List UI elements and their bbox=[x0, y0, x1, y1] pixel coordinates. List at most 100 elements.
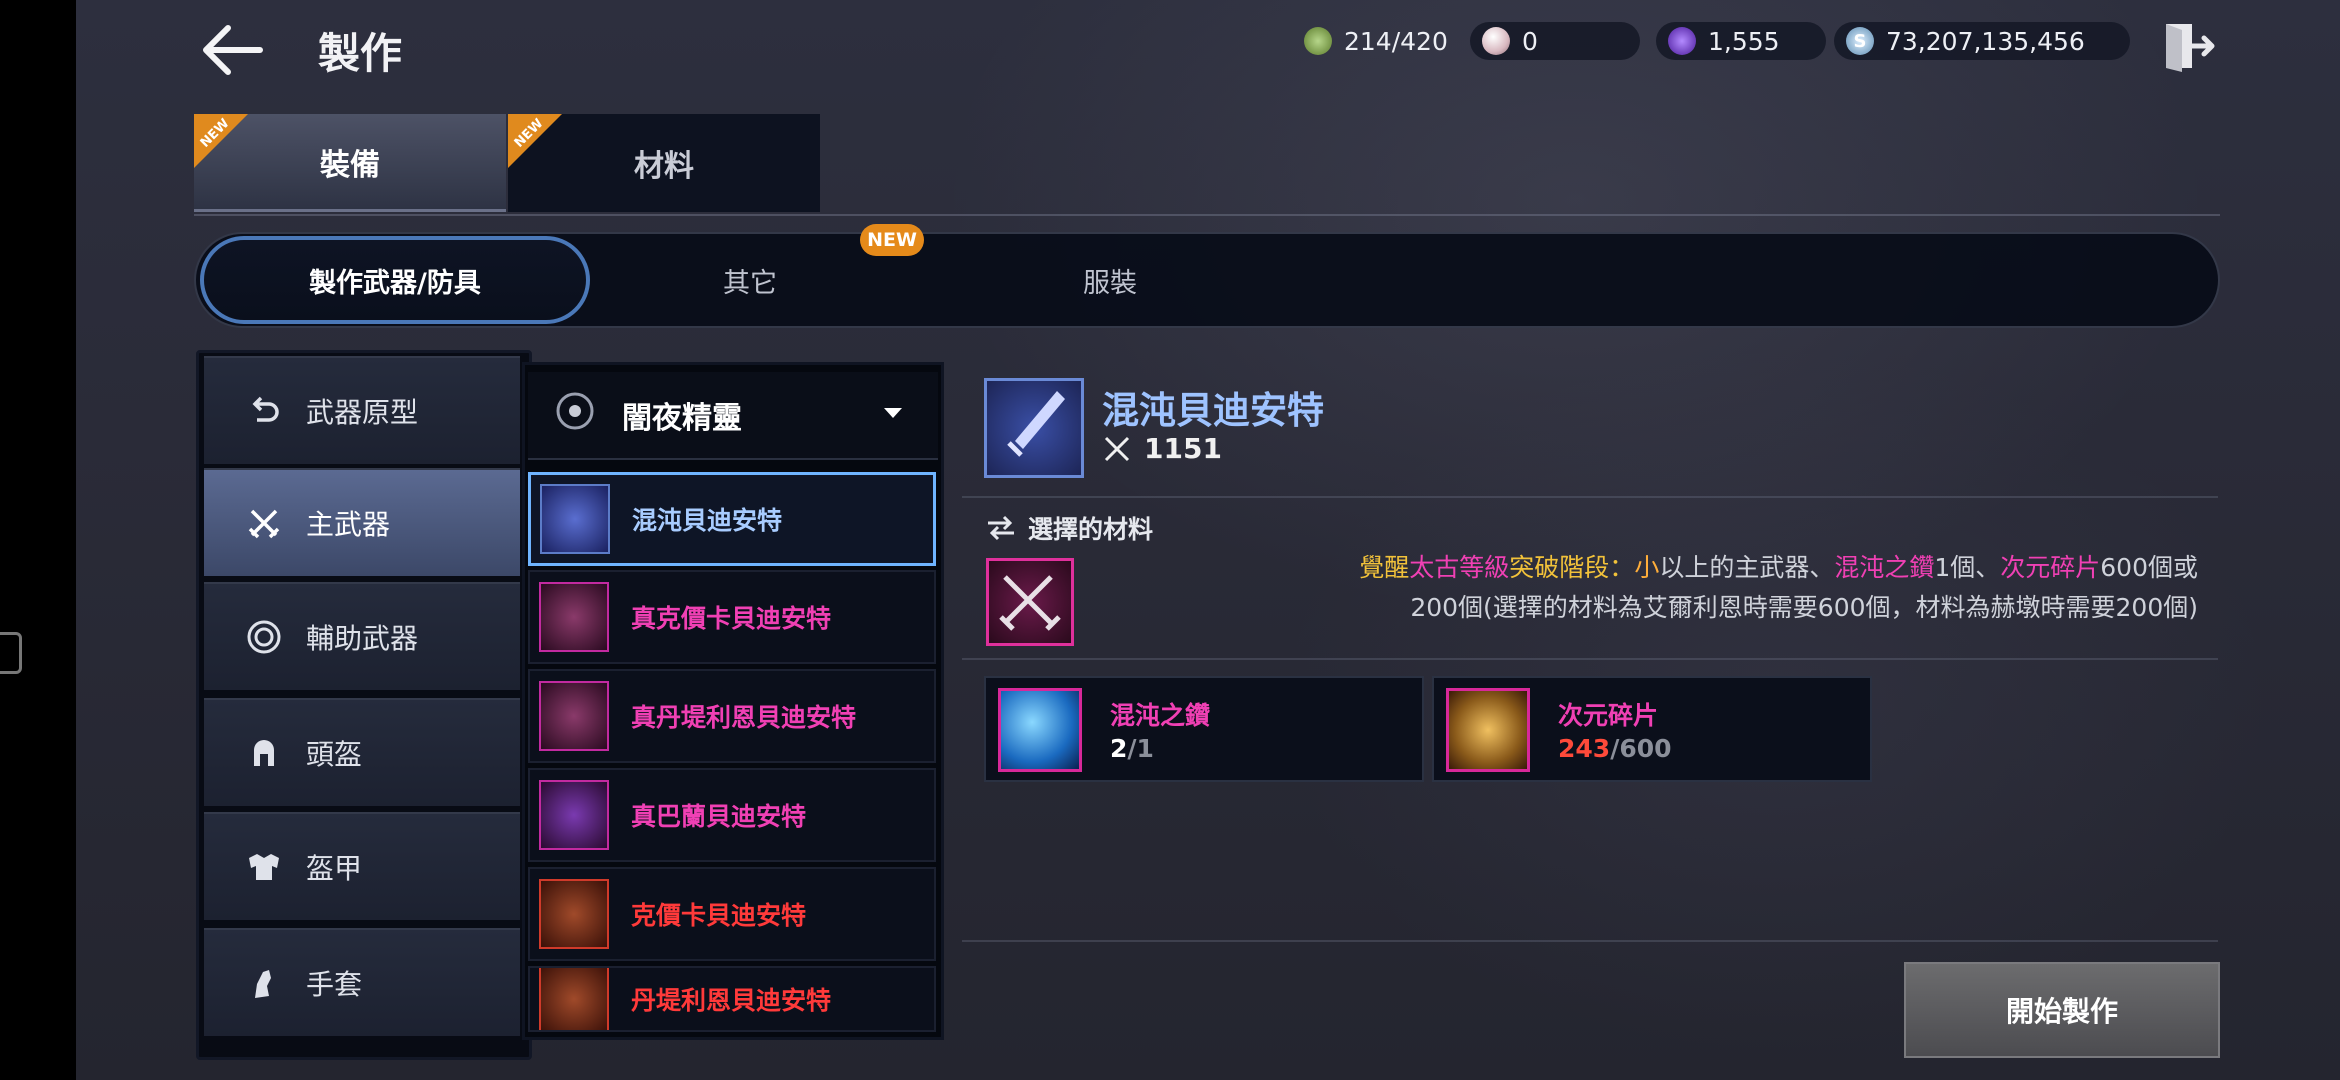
category-label: 武器原型 bbox=[306, 396, 419, 429]
crossed-swords-icon bbox=[244, 503, 284, 543]
subtab-label: 其它 bbox=[723, 267, 777, 299]
material-card-chaos-diamond[interactable]: 混沌之鑽 2/1 bbox=[984, 676, 1424, 782]
category-helmet[interactable]: 頭盔 bbox=[204, 698, 520, 806]
class-dropdown[interactable]: 闇夜精靈 bbox=[528, 372, 938, 460]
pearl-icon bbox=[1482, 27, 1510, 55]
desc-fragment: 以上的主武器、 bbox=[1659, 553, 1835, 582]
category-label: 手套 bbox=[306, 968, 363, 1001]
material-name: 混沌之鑽 bbox=[1110, 701, 1211, 730]
divider bbox=[962, 658, 2218, 660]
back-arrow-icon[interactable] bbox=[200, 22, 264, 78]
crystal-icon bbox=[1668, 27, 1696, 55]
undo-arrow-icon bbox=[244, 391, 284, 431]
selected-materials-label: 選擇的材料 bbox=[986, 510, 1153, 546]
category-label: 頭盔 bbox=[306, 738, 363, 771]
material-need: 600 bbox=[1619, 734, 1672, 763]
exit-door-icon[interactable] bbox=[2160, 18, 2216, 74]
divider bbox=[962, 496, 2218, 498]
selected-materials-text: 選擇的材料 bbox=[1028, 515, 1154, 544]
weapon-thumbnail bbox=[539, 582, 609, 652]
attack-power-value: 1151 bbox=[1144, 432, 1222, 465]
glove-icon bbox=[244, 963, 284, 1003]
category-label: 主武器 bbox=[306, 508, 391, 541]
material-have: 2 bbox=[1110, 734, 1128, 763]
swap-arrows-icon bbox=[988, 515, 1014, 541]
subtab-craft-weapon-armor[interactable]: 製作武器/防具 bbox=[200, 236, 590, 324]
weapon-thumbnail bbox=[539, 879, 609, 949]
tab-materials-label: 材料 bbox=[634, 149, 694, 184]
stamina-value: 214/420 bbox=[1344, 26, 1448, 56]
category-sub-weapon[interactable]: 輔助武器 bbox=[204, 582, 520, 690]
desc-fragment: 混沌之鑽 bbox=[1834, 553, 1935, 582]
silver-value: 73,207,135,456 bbox=[1886, 26, 2085, 56]
weapon-name: 真巴蘭貝迪安特 bbox=[631, 802, 807, 831]
device-edge bbox=[0, 0, 76, 1080]
material-have: 243 bbox=[1558, 734, 1611, 763]
material-slot-icon[interactable] bbox=[986, 558, 1074, 646]
weapon-thumbnail bbox=[539, 780, 609, 850]
tab-equipment-label: 裝備 bbox=[320, 147, 380, 183]
target-ring-icon bbox=[244, 617, 284, 657]
weapon-thumbnail bbox=[539, 681, 609, 751]
desc-fragment: ： bbox=[1609, 553, 1635, 582]
weapon-name: 真克價卡貝迪安特 bbox=[631, 604, 832, 633]
silver-counter: S 73,207,135,456 bbox=[1834, 22, 2130, 60]
new-corner-badge: NEW bbox=[194, 114, 248, 168]
weapon-thumbnail bbox=[539, 968, 609, 1030]
weapon-item[interactable]: 丹堤利恩貝迪安特 bbox=[528, 966, 936, 1032]
desc-fragment: 太古等級 bbox=[1409, 553, 1510, 582]
crystal-counter: 1,555 bbox=[1656, 22, 1826, 60]
blue-gem-icon bbox=[998, 688, 1082, 772]
subtab-label: 服裝 bbox=[1083, 267, 1137, 299]
weapon-item[interactable]: 混沌貝迪安特 bbox=[528, 472, 936, 566]
desc-fragment: 小 bbox=[1634, 553, 1660, 582]
weapon-name: 真丹堤利恩貝迪安特 bbox=[631, 703, 857, 732]
category-weapon-prototype[interactable]: 武器原型 bbox=[204, 356, 520, 464]
start-crafting-button[interactable]: 開始製作 bbox=[1904, 962, 2220, 1058]
chevron-down-icon bbox=[884, 408, 902, 418]
armor-icon bbox=[244, 847, 284, 887]
weapon-name: 克價卡貝迪安特 bbox=[631, 901, 807, 930]
radio-target-icon bbox=[554, 390, 596, 440]
crystal-value: 1,555 bbox=[1708, 26, 1780, 56]
subtab-costume[interactable]: 服裝 bbox=[1010, 236, 1210, 324]
category-armor[interactable]: 盔甲 bbox=[204, 812, 520, 920]
weapon-name: 丹堤利恩貝迪安特 bbox=[631, 986, 832, 1015]
category-label: 盔甲 bbox=[306, 852, 363, 885]
side-handle[interactable] bbox=[0, 632, 22, 674]
weapon-item[interactable]: 克價卡貝迪安特 bbox=[528, 867, 936, 961]
pearl-counter: 0 bbox=[1470, 22, 1640, 60]
selected-weapon-icon bbox=[984, 378, 1084, 478]
desc-fragment: 突破階段 bbox=[1509, 553, 1610, 582]
material-count: 243/600 bbox=[1558, 734, 1672, 763]
weapon-item[interactable]: 真丹堤利恩貝迪安特 bbox=[528, 669, 936, 763]
desc-fragment: 次元碎片 bbox=[2000, 553, 2101, 582]
crossed-swords-icon bbox=[1104, 436, 1130, 461]
material-card-dimension-shard[interactable]: 次元碎片 243/600 bbox=[1432, 676, 1872, 782]
desc-fragment: 覺醒 bbox=[1359, 553, 1410, 582]
desc-fragment: 600個或 bbox=[2100, 553, 2198, 582]
material-need: 1 bbox=[1136, 734, 1154, 763]
dropdown-value: 闇夜精靈 bbox=[622, 401, 742, 436]
attack-power: 1151 bbox=[1102, 432, 1222, 465]
category-gloves[interactable]: 手套 bbox=[204, 928, 520, 1036]
desc-line-2: 200個(選擇的材料為艾爾利恩時需要600個，材料為赫墩時需要200個) bbox=[1410, 593, 2198, 622]
pearl-value: 0 bbox=[1522, 26, 1538, 56]
material-requirement-text: 覺醒太古等級突破階段：小以上的主武器、混沌之鑽1個、次元碎片600個或 200個… bbox=[1100, 548, 2198, 628]
material-name: 次元碎片 bbox=[1558, 701, 1659, 730]
subtab-other[interactable]: 其它 bbox=[650, 236, 850, 324]
desc-fragment: 1個、 bbox=[1934, 553, 2001, 582]
new-corner-badge: NEW bbox=[508, 114, 562, 168]
selected-weapon-name: 混沌貝迪安特 bbox=[1102, 389, 1324, 432]
weapon-name: 混沌貝迪安特 bbox=[632, 506, 783, 535]
silver-coin-icon: S bbox=[1846, 27, 1874, 55]
helmet-icon bbox=[244, 733, 284, 773]
category-main-weapon[interactable]: 主武器 bbox=[204, 468, 520, 576]
category-label: 輔助武器 bbox=[306, 622, 419, 655]
gold-shard-icon bbox=[1446, 688, 1530, 772]
divider bbox=[962, 940, 2218, 942]
page-title: 製作 bbox=[318, 29, 403, 78]
weapon-item[interactable]: 真克價卡貝迪安特 bbox=[528, 570, 936, 664]
weapon-thumbnail bbox=[540, 484, 610, 554]
weapon-item[interactable]: 真巴蘭貝迪安特 bbox=[528, 768, 936, 862]
